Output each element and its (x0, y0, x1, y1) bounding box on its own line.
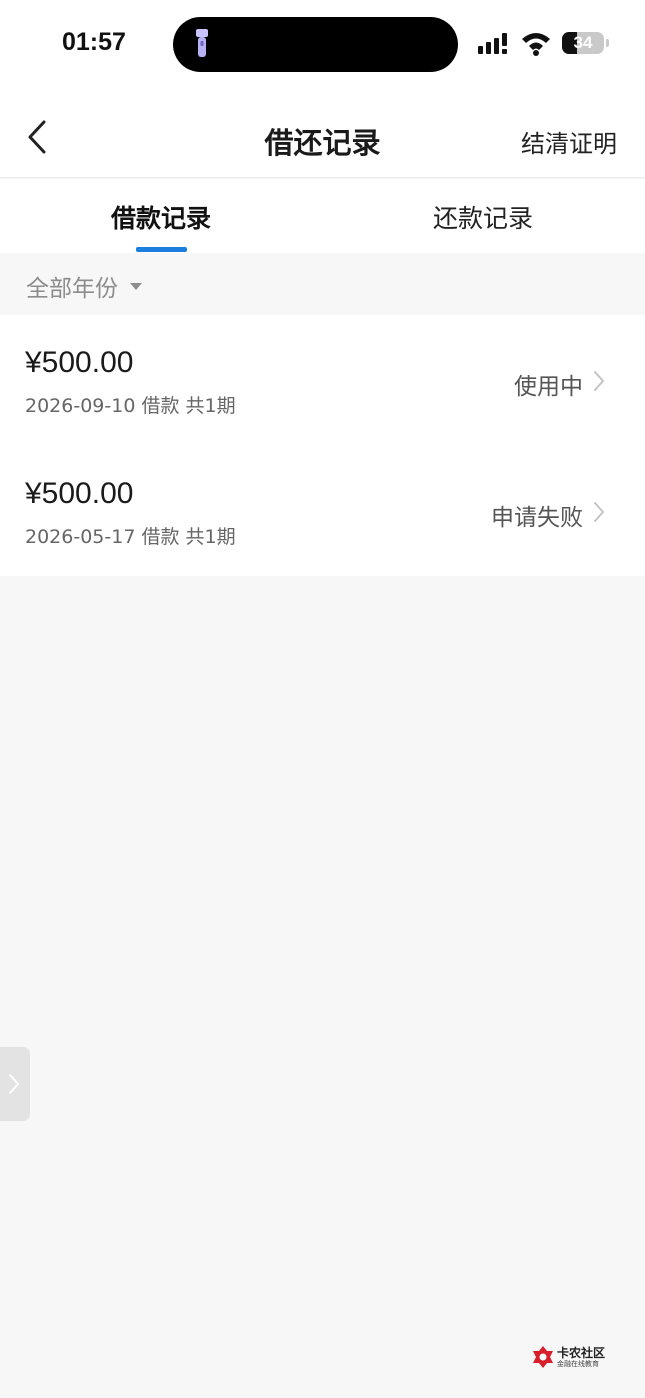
chevron-right-icon (594, 502, 604, 522)
record-tabs: 借款记录 还款记录 (0, 179, 645, 253)
year-filter-label: 全部年份 (26, 276, 118, 302)
record-amount: ¥500.00 (25, 477, 134, 510)
nav-bar: 借还记录 结清证明 (0, 90, 645, 178)
chevron-right-icon (594, 371, 604, 391)
record-amount: ¥500.00 (25, 346, 134, 379)
dynamic-island (173, 17, 458, 72)
settlement-certificate-button[interactable]: 结清证明 (521, 124, 617, 159)
status-bar: 01:57 34 (0, 0, 645, 90)
record-status: 使用中 (514, 374, 583, 400)
watermark-subtitle: 金融在线教育 (557, 1360, 599, 1368)
caret-down-icon (130, 282, 142, 290)
record-meta: 2026-05-17 借款 共1期 (25, 526, 236, 548)
cellular-signal-icon (478, 33, 507, 54)
active-tab-indicator (136, 247, 187, 252)
record-meta: 2026-09-10 借款 共1期 (25, 395, 236, 417)
list-item[interactable]: ¥500.00 2026-09-10 借款 共1期 使用中 (0, 315, 645, 445)
kanong-logo-icon (533, 1346, 553, 1368)
loan-record-list: ¥500.00 2026-09-10 借款 共1期 使用中 ¥500.00 20… (0, 315, 645, 576)
tab-loan-records[interactable]: 借款记录 (0, 199, 322, 235)
battery-level: 34 (573, 33, 593, 52)
wifi-icon (522, 33, 550, 56)
chevron-right-icon (9, 1074, 19, 1094)
watermark: 卡农社区 金融在线教育 (532, 1343, 612, 1371)
side-drawer-handle[interactable] (0, 1047, 30, 1121)
tab-repayment-records[interactable]: 还款记录 (322, 199, 644, 235)
battery-indicator: 34 (562, 32, 604, 54)
record-status: 申请失败 (491, 505, 583, 531)
year-filter-dropdown[interactable]: 全部年份 (26, 268, 142, 304)
status-time: 01:57 (62, 28, 126, 56)
list-item[interactable]: ¥500.00 2026-05-17 借款 共1期 申请失败 (0, 446, 645, 576)
flashlight-icon (196, 29, 208, 57)
